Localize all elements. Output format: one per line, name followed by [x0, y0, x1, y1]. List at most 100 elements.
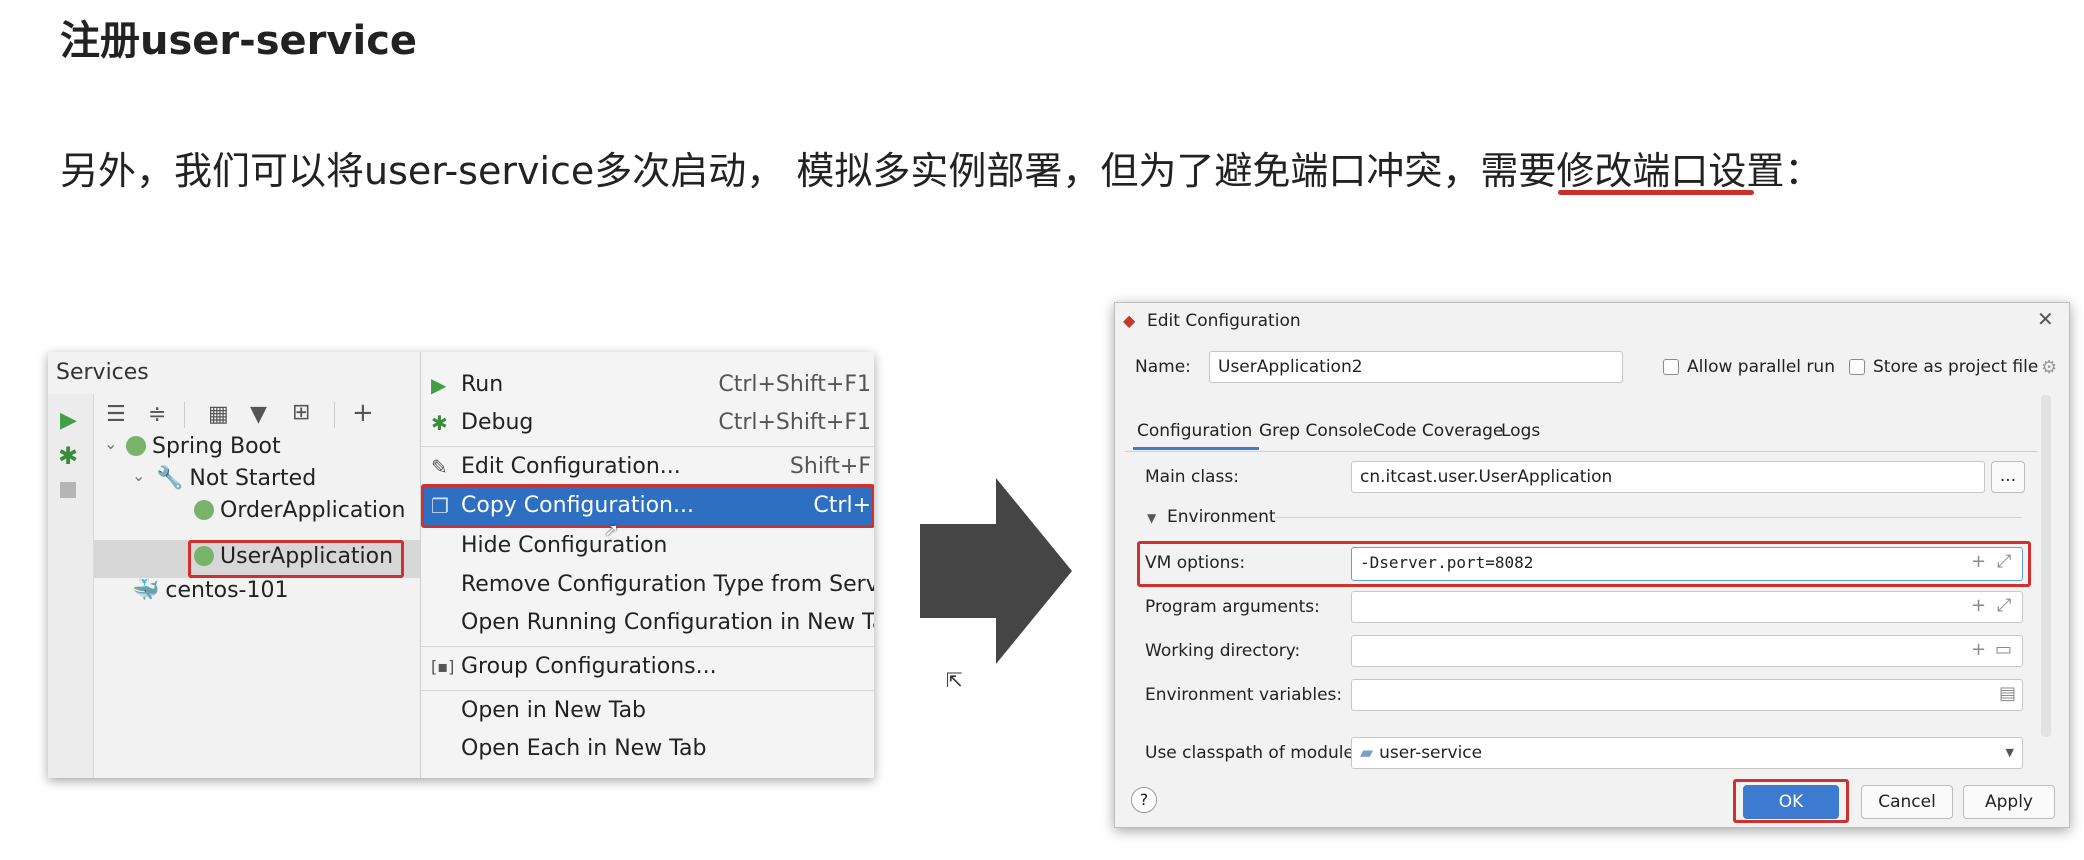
allow-parallel-checkbox[interactable]: Allow parallel run [1663, 357, 1835, 377]
spring-app-icon [194, 546, 214, 566]
tab-code-coverage[interactable]: Code Coverage [1373, 421, 1503, 441]
pencil-icon: ✎ [431, 455, 448, 479]
services-title: Services [56, 360, 149, 385]
menu-item-edit-configuration[interactable]: ✎ Edit Configuration... Shift+F [421, 448, 874, 486]
tab-divider [1125, 451, 2037, 452]
menu-item-group-configurations[interactable]: [▪] Group Configurations... [421, 648, 874, 686]
dialog-title: Edit Configuration [1147, 311, 1301, 331]
tab-logs[interactable]: Logs [1501, 421, 1540, 441]
menu-label: Open Running Configuration in New Tab [461, 610, 874, 635]
expand-all-icon[interactable]: ☰ [106, 402, 126, 427]
tree-label: Spring Boot [152, 434, 281, 459]
wrench-icon: 🔧 [156, 466, 184, 491]
add-icon[interactable]: + [1971, 595, 1986, 616]
filter-icon[interactable]: ▼ [250, 402, 267, 427]
tree-item-not-started[interactable]: 🔧 Not Started [156, 466, 316, 491]
docker-icon: 🐳 [132, 578, 160, 603]
browse-button[interactable]: ... [1991, 461, 2025, 493]
chevron-down-icon: ▼ [2005, 746, 2014, 759]
close-icon[interactable]: ✕ [2037, 307, 2054, 331]
gear-icon[interactable]: ⚙ [2041, 357, 2057, 378]
cancel-button[interactable]: Cancel [1861, 785, 1953, 819]
help-button[interactable]: ? [1131, 787, 1157, 813]
add-icon[interactable]: + [1971, 551, 1986, 572]
menu-item-open-running-configuration[interactable]: Open Running Configuration in New Tab [421, 604, 874, 642]
menu-label: Open Each in New Tab [461, 736, 707, 761]
folder-icon[interactable]: ▭ [1995, 639, 2012, 660]
tree-item-user-application[interactable]: UserApplication [194, 544, 393, 569]
environment-variables-label: Environment variables: [1145, 685, 1343, 705]
tree-item-centos[interactable]: 🐳 centos-101 [132, 578, 288, 603]
chevron-down-icon[interactable]: ▼ [1147, 511, 1156, 525]
store-project-checkbox[interactable]: Store as project file [1849, 357, 2038, 377]
right-arrow-icon [920, 478, 1072, 664]
menu-item-debug[interactable]: ✱ Debug Ctrl+Shift+F1 [421, 404, 874, 442]
tree-label: OrderApplication [220, 498, 406, 523]
checkbox-label: Store as project file [1873, 357, 2039, 377]
working-directory-input[interactable] [1351, 635, 2023, 667]
tree-label: centos-101 [165, 578, 289, 603]
tree-item-spring-boot[interactable]: Spring Boot [126, 434, 281, 459]
environment-variables-input[interactable] [1351, 679, 2023, 711]
chevron-down-icon[interactable]: ⌄ [104, 434, 117, 453]
collapse-all-icon[interactable]: ≑ [148, 402, 166, 427]
working-directory-label: Working directory: [1145, 641, 1301, 661]
menu-shortcut: Shift+F [789, 454, 871, 479]
toolbar-divider-2 [334, 402, 335, 428]
name-input[interactable]: UserApplication2 [1209, 351, 1623, 383]
classpath-module-label: Use classpath of module: [1145, 743, 1360, 763]
checkbox-box [1849, 359, 1865, 375]
menu-separator [421, 690, 874, 691]
expand-icon[interactable]: ⤢ [1997, 595, 2011, 616]
section-divider [1275, 517, 2021, 518]
stop-icon[interactable] [60, 482, 76, 498]
spring-app-icon [194, 500, 214, 520]
add-icon[interactable]: + [1971, 639, 1986, 660]
classpath-module-select[interactable]: ▰ user-service ▼ [1351, 737, 2023, 769]
debug-icon[interactable]: ✱ [58, 442, 78, 470]
menu-item-remove-configuration-type[interactable]: Remove Configuration Type from Services [421, 566, 874, 604]
program-arguments-input[interactable] [1351, 591, 2023, 623]
mouse-cursor-icon: ⇱ [946, 668, 963, 692]
ok-button[interactable]: OK [1743, 785, 1839, 819]
menu-item-run[interactable]: ▶ Run Ctrl+Shift+F1 [421, 366, 874, 404]
menu-label: Group Configurations... [461, 654, 717, 679]
run-icon: ▶ [431, 373, 447, 397]
chevron-down-icon[interactable]: ⌄ [132, 466, 145, 485]
tab-configuration[interactable]: Configuration [1137, 421, 1252, 441]
add-service-icon[interactable]: + [352, 398, 374, 428]
menu-label: Open in New Tab [461, 698, 647, 723]
tree-item-order-application[interactable]: OrderApplication [194, 498, 405, 523]
menu-separator [421, 646, 874, 647]
mouse-cursor-icon: ➚ [604, 520, 620, 541]
run-icon[interactable]: ▶ [60, 408, 77, 433]
apply-button[interactable]: Apply [1963, 785, 2055, 819]
menu-item-open-in-new-tab[interactable]: Open in New Tab [421, 692, 874, 730]
page-title: 注册user-service [60, 18, 418, 64]
menu-label: Remove Configuration Type from Services [461, 572, 874, 597]
group-icon: [▪] [431, 657, 455, 676]
menu-shortcut: Ctrl+Shift+F1 [718, 410, 871, 435]
environment-section-label: Environment [1167, 507, 1276, 527]
main-class-label: Main class: [1145, 467, 1239, 487]
tab-grep-console[interactable]: Grep Console [1259, 421, 1373, 441]
new-tab-icon[interactable]: ⊞ [292, 400, 310, 425]
spring-boot-icon [126, 436, 146, 456]
debug-icon: ✱ [431, 411, 448, 435]
vm-options-input[interactable]: -Dserver.port=8082 [1351, 547, 2023, 581]
menu-item-open-each-in-new-tab[interactable]: Open Each in New Tab [421, 730, 874, 768]
menu-separator [421, 446, 874, 447]
menu-item-hide-configuration[interactable]: Hide Configuration [421, 527, 874, 565]
name-label: Name: [1135, 357, 1191, 377]
checkbox-box [1663, 359, 1679, 375]
vm-options-label: VM options: [1145, 553, 1246, 573]
expand-icon[interactable]: ⤢ [1997, 551, 2011, 572]
menu-label: Hide Configuration [461, 533, 668, 558]
intellij-icon: ◆ [1123, 311, 1136, 330]
main-class-input[interactable]: cn.itcast.user.UserApplication [1351, 461, 1985, 493]
copy-configuration-highlight [421, 484, 874, 528]
menu-label: Debug [461, 410, 534, 435]
scrollbar[interactable] [2041, 395, 2051, 737]
document-icon[interactable]: ▤ [1999, 683, 2016, 704]
group-icon[interactable]: ▦ [208, 402, 229, 427]
